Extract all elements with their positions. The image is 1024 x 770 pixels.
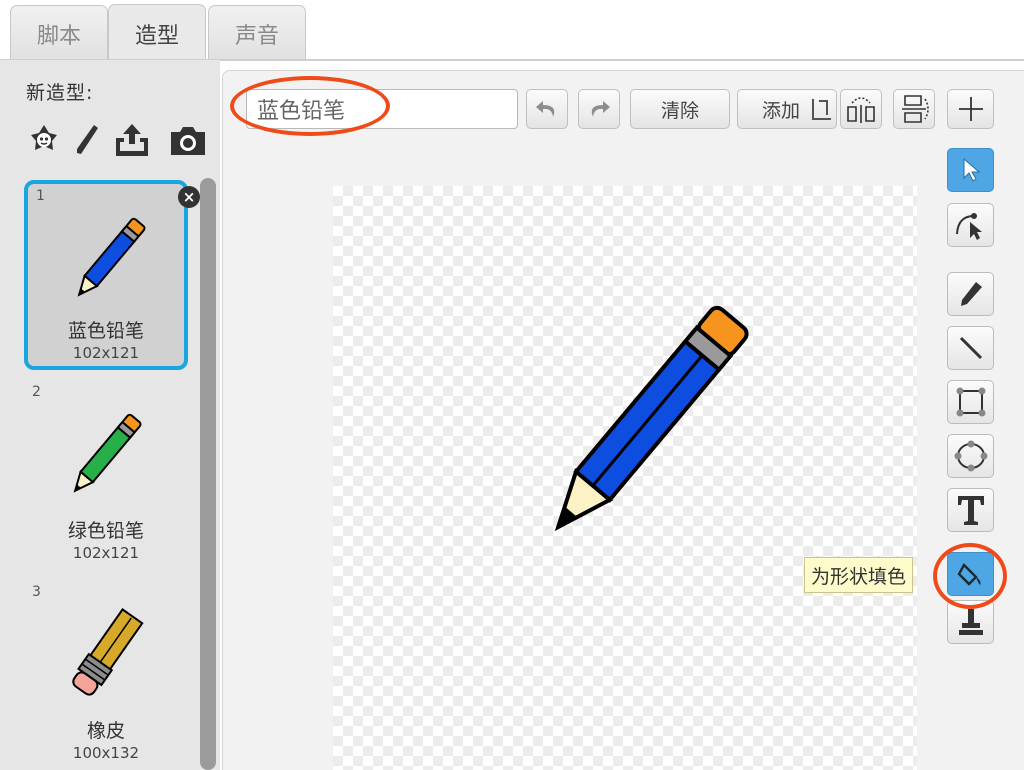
flip-horizontal-button[interactable] <box>840 89 882 129</box>
costume-item-2[interactable]: 2 绿色铅笔 102x121 <box>24 380 188 570</box>
reshape-tool[interactable] <box>947 203 994 247</box>
new-costume-icons <box>26 122 212 158</box>
paint-canvas[interactable] <box>333 186 917 770</box>
new-costume-label: 新造型: <box>26 82 94 104</box>
flip-horizontal-icon <box>847 97 875 123</box>
blue-pencil-drawing[interactable] <box>493 276 793 576</box>
set-center-button[interactable] <box>947 89 994 129</box>
tab-scripts[interactable]: 脚本 <box>10 5 108 61</box>
tab-costumes[interactable]: 造型 <box>108 4 206 62</box>
import-button[interactable] <box>800 89 840 129</box>
eraser-thumbnail <box>72 608 144 696</box>
flip-vertical-icon <box>902 95 929 123</box>
costume-list-scrollbar[interactable] <box>200 178 216 770</box>
paint-brush-icon[interactable] <box>72 122 102 158</box>
redo-button[interactable] <box>578 89 620 129</box>
ellipse-tool[interactable] <box>947 434 994 478</box>
text-tool[interactable] <box>947 488 994 532</box>
highlight-ring-fill <box>933 543 1007 609</box>
stamp-icon <box>958 609 983 635</box>
tab-bar: 脚本 造型 声音 <box>0 0 1024 62</box>
costume-item-3[interactable]: 3 橡皮 100x132 <box>24 580 188 770</box>
highlight-ring-name <box>230 76 390 136</box>
undo-icon <box>536 101 555 117</box>
reshape-icon <box>955 213 982 240</box>
costume-number: 3 <box>32 584 41 600</box>
ellipse-icon <box>954 440 987 472</box>
redo-icon <box>591 101 610 117</box>
tab-sounds[interactable]: 声音 <box>208 5 306 61</box>
blue-pencil-thumbnail <box>77 217 146 297</box>
costume-item-1[interactable]: 1 蓝色铅笔 102x121 <box>24 180 188 370</box>
rectangle-tool[interactable] <box>947 380 994 424</box>
costume-name: 绿色铅笔 <box>67 520 144 542</box>
delete-costume-icon[interactable]: × <box>178 186 200 208</box>
import-icon <box>812 99 831 120</box>
line-tool[interactable] <box>947 326 994 370</box>
costume-size: 102x121 <box>72 344 140 362</box>
pencil-tool[interactable] <box>947 272 994 316</box>
costume-number: 2 <box>32 384 41 400</box>
text-icon <box>957 496 984 525</box>
camera-icon[interactable] <box>168 122 208 158</box>
crosshair-icon <box>958 97 983 121</box>
upload-icon[interactable] <box>112 122 152 158</box>
costume-size: 100x132 <box>72 744 140 762</box>
costume-name: 蓝色铅笔 <box>67 320 144 342</box>
fill-tooltip: 为形状填色 <box>804 557 914 593</box>
clear-button[interactable]: 清除 <box>630 89 730 129</box>
pencil-icon <box>960 282 982 306</box>
costume-name: 橡皮 <box>86 720 125 742</box>
green-pencil-thumbnail <box>73 413 142 493</box>
flip-vertical-button[interactable] <box>893 89 935 129</box>
costume-size: 102x121 <box>72 544 140 562</box>
line-icon <box>959 336 982 360</box>
sprite-library-icon[interactable] <box>26 122 62 158</box>
select-icon <box>963 157 980 182</box>
select-tool[interactable] <box>947 148 994 192</box>
costume-number: 1 <box>36 188 45 204</box>
rectangle-icon <box>956 387 985 417</box>
undo-button[interactable] <box>526 89 568 129</box>
